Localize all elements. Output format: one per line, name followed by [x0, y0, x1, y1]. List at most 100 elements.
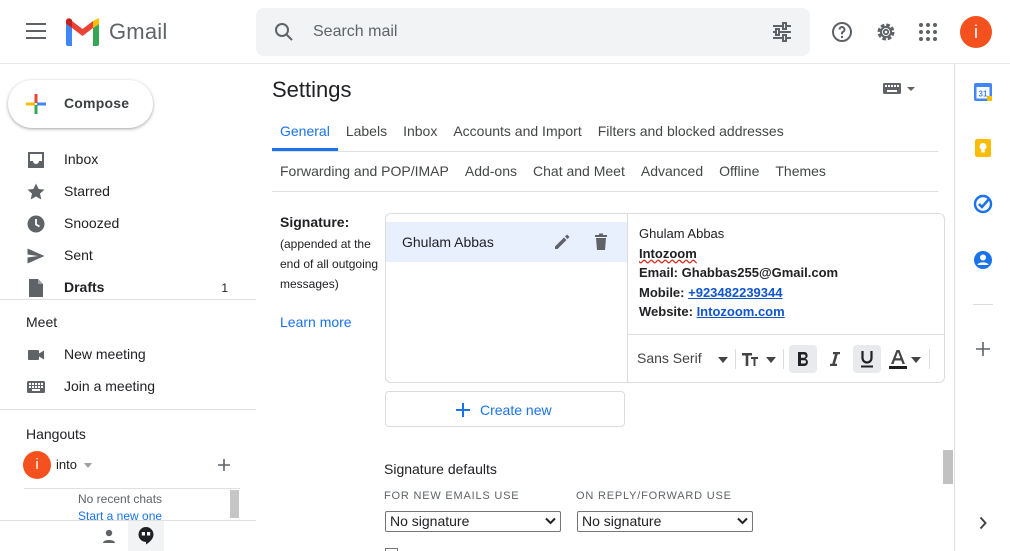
no-recent-chats-text: No recent chats	[78, 492, 163, 506]
keyboard-icon	[27, 381, 45, 393]
tab-advanced[interactable]: Advanced	[633, 151, 711, 191]
compose-button[interactable]: Compose	[8, 80, 153, 128]
nav-divider	[0, 409, 256, 410]
apps-grid-icon[interactable]	[916, 20, 940, 44]
underline-icon	[861, 351, 873, 368]
signature-content[interactable]: Ghulam Abbas Intozoom Email: Ghabbas255@…	[639, 224, 838, 322]
nav-item-inbox[interactable]: Inbox	[0, 143, 256, 175]
input-tools-keyboard-icon[interactable]	[883, 80, 919, 98]
tab-accounts-import[interactable]: Accounts and Import	[445, 111, 589, 151]
underline-button[interactable]	[853, 345, 881, 373]
caret-down-icon	[83, 463, 92, 469]
chevron-down-icon	[737, 517, 748, 525]
hangouts-avatar[interactable]: i	[23, 451, 51, 479]
search-options-icon[interactable]	[770, 20, 794, 44]
chevron-down-icon	[545, 517, 556, 525]
expand-panel-chevron-icon[interactable]	[973, 513, 993, 533]
toolbar-separator	[783, 349, 784, 369]
search-input[interactable]: Search mail	[313, 23, 397, 41]
sig-email-label: Email:	[639, 265, 679, 280]
signature-list: Ghulam Abbas	[386, 214, 628, 382]
sig-email-value: Ghabbas255@Gmail.com	[681, 265, 839, 280]
signature-defaults-title: Signature defaults	[384, 461, 497, 477]
tab-addons[interactable]: Add-ons	[457, 151, 525, 191]
sig-website-link[interactable]: Intozoom.com	[697, 304, 785, 319]
hangouts-tab[interactable]	[128, 521, 164, 551]
tab-filters[interactable]: Filters and blocked addresses	[590, 111, 792, 151]
size-caret-icon	[766, 357, 776, 363]
nav-item-snoozed[interactable]: Snoozed	[0, 207, 256, 239]
nav-label: Sent	[64, 247, 93, 263]
learn-more-link[interactable]: Learn more	[280, 314, 352, 330]
settings-main: Settings General Labels Inbox Accounts a…	[256, 64, 954, 551]
tasks-icon[interactable]	[973, 194, 993, 214]
font-caret-icon	[718, 357, 728, 363]
tab-labels[interactable]: Labels	[338, 111, 395, 151]
new-emails-signature-select[interactable]: No signature	[385, 511, 561, 532]
nav-label: Drafts	[64, 279, 105, 295]
new-chat-plus-icon[interactable]	[216, 457, 232, 473]
tab-inbox[interactable]: Inbox	[395, 111, 445, 151]
search-bar[interactable]: Search mail	[256, 8, 810, 56]
chats-scrollbar[interactable]	[230, 490, 239, 518]
nav-item-sent[interactable]: Sent	[0, 239, 256, 271]
get-addons-plus-icon[interactable]	[973, 339, 993, 359]
settings-gear-icon[interactable]	[874, 20, 898, 44]
search-icon[interactable]	[272, 20, 296, 44]
tab-chat-meet[interactable]: Chat and Meet	[525, 151, 633, 191]
nav-item-starred[interactable]: Starred	[0, 175, 256, 207]
hangouts-footer	[0, 520, 256, 551]
tab-general[interactable]: General	[272, 111, 338, 151]
hangouts-quote-icon	[138, 527, 154, 545]
signature-name: Ghulam Abbas	[402, 234, 494, 250]
hangouts-user-name: into	[56, 457, 77, 472]
reply-forward-label: ON REPLY/FORWARD USE	[576, 490, 732, 502]
help-icon[interactable]	[830, 20, 854, 44]
nav-divider	[0, 299, 256, 300]
sig-mobile-link[interactable]: +923482239344	[688, 285, 782, 300]
tab-themes[interactable]: Themes	[767, 151, 834, 191]
text-color-icon[interactable]	[889, 349, 907, 369]
account-avatar[interactable]: i	[960, 16, 992, 48]
reply-forward-signature-select[interactable]: No signature	[577, 511, 753, 532]
nav-label: New meeting	[64, 346, 146, 362]
tab-forwarding[interactable]: Forwarding and POP/IMAP	[272, 151, 457, 191]
edit-pencil-icon[interactable]	[552, 232, 572, 252]
start-new-chat-link[interactable]: Start a new one	[78, 509, 162, 520]
sig-line-company: Intozoom	[639, 245, 697, 261]
italic-icon	[830, 352, 840, 366]
gmail-logo[interactable]: Gmail	[64, 16, 167, 48]
italic-button[interactable]	[821, 345, 849, 373]
trash-icon[interactable]	[591, 232, 611, 252]
contacts-person-icon[interactable]	[101, 528, 117, 544]
create-new-signature-button[interactable]: Create new	[385, 391, 625, 427]
select-value: No signature	[582, 513, 662, 529]
keep-notes-icon[interactable]	[973, 138, 993, 158]
main-menu-icon[interactable]	[20, 20, 52, 44]
contacts-icon[interactable]	[973, 250, 993, 270]
send-icon	[27, 248, 45, 264]
hangouts-section-title: Hangouts	[26, 426, 86, 442]
font-size-icon[interactable]	[741, 349, 763, 369]
signature-editor[interactable]: Ghulam Abbas Intozoom Email: Ghabbas255@…	[628, 214, 944, 382]
create-new-label: Create new	[480, 402, 552, 418]
font-family-select[interactable]: Sans Serif	[637, 350, 702, 366]
main-scrollbar-thumb[interactable]	[943, 450, 953, 484]
nav-label: Snoozed	[64, 215, 120, 231]
new-meeting-button[interactable]: New meeting	[0, 338, 256, 370]
hangouts-user-menu[interactable]: into	[56, 457, 92, 472]
new-emails-label: FOR NEW EMAILS USE	[384, 490, 520, 502]
calendar-icon[interactable]: 31	[973, 82, 993, 102]
star-icon	[27, 183, 45, 200]
nav-label: Join a meeting	[64, 378, 156, 394]
settings-tabs-row-1: General Labels Inbox Accounts and Import…	[272, 111, 792, 151]
bold-button[interactable]	[789, 345, 817, 373]
join-meeting-button[interactable]: Join a meeting	[0, 370, 256, 402]
tab-offline[interactable]: Offline	[711, 151, 767, 191]
drafts-count: 1	[221, 281, 228, 295]
signature-list-item[interactable]: Ghulam Abbas	[386, 222, 627, 262]
svg-text:31: 31	[979, 90, 988, 99]
signature-label: Signature:	[280, 214, 350, 230]
sig-mobile-label: Mobile:	[639, 284, 685, 300]
signature-sublabel: (appended at the end of all outgoing mes…	[280, 237, 379, 291]
